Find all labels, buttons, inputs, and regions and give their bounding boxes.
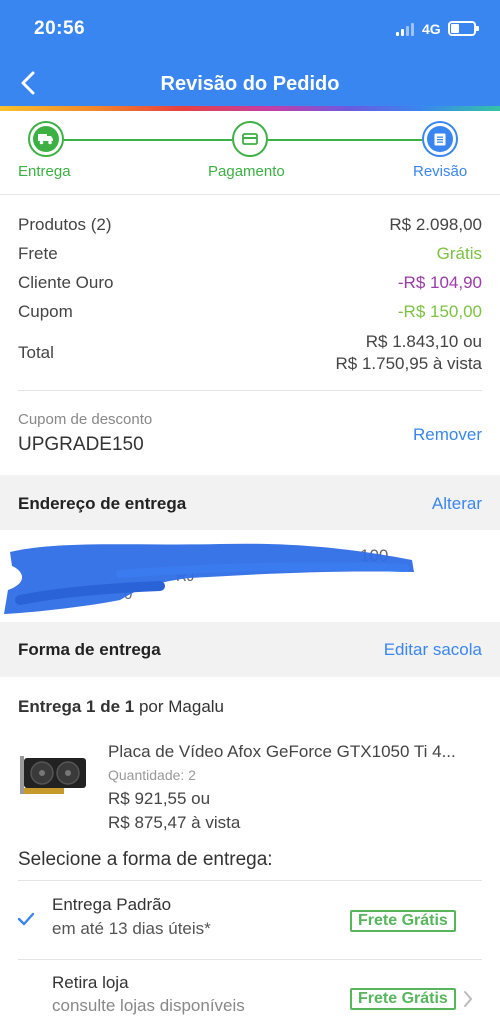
free-shipping-badge: Frete Grátis (350, 910, 456, 932)
coupon-label: Cupom de desconto (18, 411, 153, 428)
address-title: Endereço de entrega (18, 494, 187, 513)
free-shipping-badge: Frete Grátis (350, 988, 456, 1010)
product-price-cash: R$ 875,47 à vista (108, 813, 241, 832)
truck-icon (38, 134, 53, 145)
option-name: Retira loja (52, 973, 129, 992)
step-entrega[interactable] (28, 121, 64, 157)
shipment-count: Entrega 1 de 1 (18, 697, 135, 716)
app-header: Revisão do Pedido (0, 60, 500, 106)
check-icon (17, 912, 35, 926)
step-pagamento[interactable] (232, 121, 268, 157)
card-icon (242, 133, 258, 145)
option-name: Entrega Padrão (52, 895, 172, 914)
page-title: Revisão do Pedido (160, 73, 340, 95)
battery-icon (448, 21, 479, 36)
remove-coupon-button[interactable]: Remover (413, 425, 482, 445)
delivery-option-store-pickup[interactable]: Retira loja consulte lojas disponíveis F… (0, 960, 500, 1026)
status-time: 20:56 (34, 18, 86, 39)
status-bar: 20:56 4G (0, 0, 500, 60)
signal-icon (396, 22, 416, 36)
shipment-seller: por Magalu (138, 697, 225, 716)
product-name: Placa de Vídeo Afox GeForce GTX1050 Ti 4… (108, 742, 456, 761)
product-quantity: Quantidade: 2 (108, 767, 196, 783)
step-label: Revisão (413, 163, 468, 180)
delivery-title: Forma de entrega (18, 640, 161, 659)
edit-bag-button[interactable]: Editar sacola (384, 640, 482, 660)
network-type: 4G (422, 21, 441, 37)
checkout-stepper: Entrega Pagamento Revisão (0, 111, 500, 191)
change-address-button[interactable]: Alterar (432, 494, 482, 514)
step-connector (268, 139, 422, 141)
option-detail: consulte lojas disponíveis (52, 996, 245, 1015)
divider (18, 390, 482, 391)
shipment-info: Entrega 1 de 1 por Magalu (18, 697, 224, 717)
select-delivery-title: Selecione a forma de entrega: (18, 849, 273, 870)
product-price: R$ 921,55 ou (108, 789, 211, 808)
step-label: Pagamento (208, 163, 285, 180)
divider (0, 194, 500, 195)
summary-row-total: Total R$ 1.843,10 ou R$ 1.750,95 à vista (18, 332, 482, 373)
chevron-right-icon (464, 991, 473, 1007)
delivery-option-standard[interactable]: Entrega Padrão em até 13 dias úteis* Fre… (0, 881, 500, 959)
list-icon (434, 133, 446, 145)
coupon-code: UPGRADE150 (18, 434, 144, 455)
step-connector (64, 139, 232, 141)
graphics-card-image (20, 756, 86, 794)
address-details: 100 RJ 0 (0, 530, 500, 622)
redaction-scribble (4, 543, 414, 614)
step-label: Entrega (18, 163, 71, 180)
option-detail: em até 13 dias úteis* (52, 919, 211, 938)
step-revisao[interactable] (422, 121, 458, 157)
